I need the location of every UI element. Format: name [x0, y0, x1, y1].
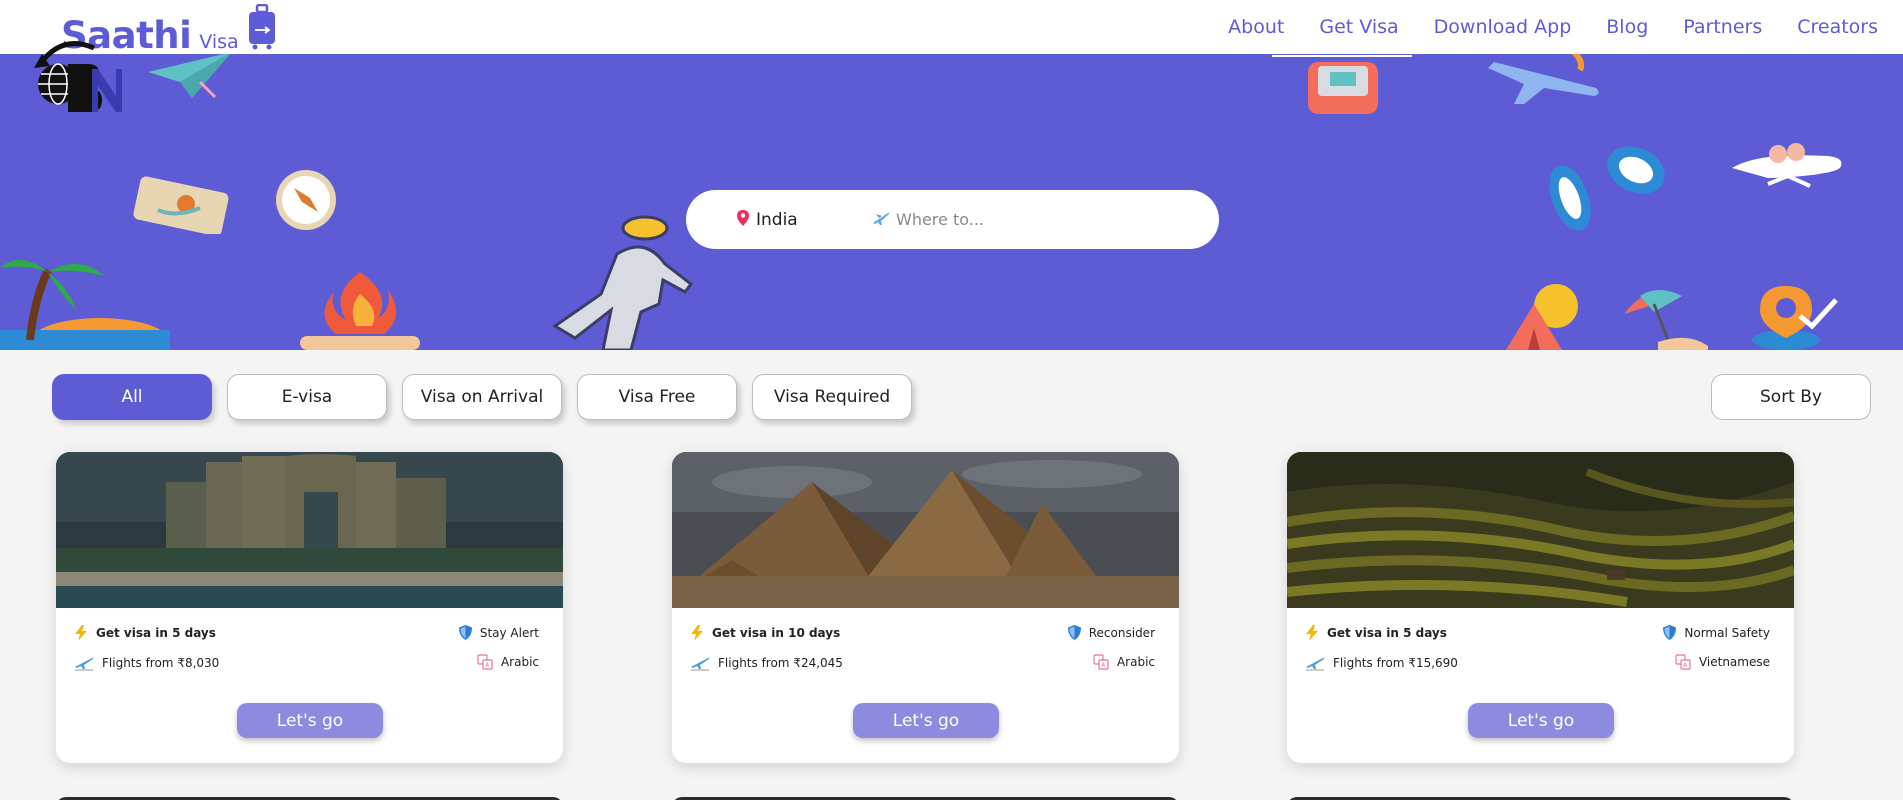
visa-time-text: Get visa in 5 days [1327, 626, 1447, 640]
visa-time: Get visa in 5 days [74, 625, 216, 641]
flights-price-text: Flights from ₹8,030 [102, 656, 220, 670]
plane-icon [872, 210, 890, 230]
tent-icon [1506, 284, 1578, 350]
visa-time-text: Get visa in 10 days [712, 626, 841, 640]
hero-banner: India [0, 54, 1903, 350]
flight-icon [74, 655, 94, 671]
palm-island-icon [0, 259, 170, 350]
flights-price-text: Flights from ₹24,045 [718, 656, 843, 670]
flights-price: Flights from ₹8,030 [74, 655, 219, 671]
nav-link-creators[interactable]: Creators [1797, 16, 1878, 38]
nav-link-partners[interactable]: Partners [1683, 16, 1762, 38]
language-icon: A [1093, 654, 1109, 670]
destination-card[interactable]: Get visa in 10 days Flights from ₹24,045… [672, 452, 1179, 763]
safety-text: Stay Alert [479, 625, 539, 640]
beach-umbrella-icon [1624, 290, 1708, 350]
nav-link-blog[interactable]: Blog [1606, 16, 1648, 38]
safety-level: Stay Alert [458, 625, 539, 640]
lets-go-button[interactable]: Let's go [1468, 703, 1614, 738]
filter-visa-on-arrival[interactable]: Visa on Arrival [402, 374, 562, 420]
destination-image [56, 452, 563, 608]
filter-visa-free[interactable]: Visa Free [577, 374, 737, 420]
map-scroll-icon [133, 176, 229, 234]
shield-icon [458, 625, 472, 640]
destination-field [872, 190, 1156, 249]
suitcase-icon [247, 3, 277, 54]
filter-visa-required[interactable]: Visa Required [752, 374, 912, 420]
brand-sub: Visa [199, 31, 239, 53]
lets-go-button[interactable]: Let's go [853, 703, 999, 738]
language-icon: A [1675, 654, 1691, 670]
destination-input[interactable] [896, 210, 1156, 229]
language: A Arabic [1093, 654, 1155, 670]
destination-image [1287, 452, 1794, 608]
paper-plane-icon [148, 54, 231, 99]
language-text: Arabic [500, 655, 539, 669]
filter-e-visa[interactable]: E-visa [227, 374, 387, 420]
pin-icon [736, 209, 750, 231]
language-icon: A [477, 654, 493, 670]
safety-text: Reconsider [1088, 625, 1155, 640]
sort-by-button[interactable]: Sort By [1711, 374, 1871, 420]
language-text: Arabic [1116, 655, 1155, 669]
language-text: Vietnamese [1698, 655, 1770, 669]
compass-icon [276, 170, 336, 230]
safety-level: Normal Safety [1663, 625, 1770, 640]
flight-icon [1305, 655, 1325, 671]
cable-car-icon [1272, 55, 1412, 114]
flights-price: Flights from ₹15,690 [1305, 655, 1458, 671]
flights-price-text: Flights from ₹15,690 [1333, 656, 1458, 670]
visa-time: Get visa in 10 days [690, 625, 840, 641]
search-bar: India [686, 190, 1219, 249]
filter-all[interactable]: All [52, 374, 212, 420]
nav-link-download-app[interactable]: Download App [1434, 16, 1572, 38]
destination-image [672, 452, 1179, 608]
shield-icon [1067, 625, 1081, 640]
bolt-icon [1305, 625, 1319, 641]
safety-level: Reconsider [1067, 625, 1155, 640]
bolt-icon [74, 625, 88, 641]
hiker-icon [552, 215, 694, 350]
destination-card[interactable]: Get visa in 5 days Flights from ₹8,030 S… [56, 452, 563, 763]
location-pin-icon [1752, 286, 1838, 350]
visa-filter-chips: All E-visa Visa on Arrival Visa Free Vis… [52, 374, 927, 420]
flights-price: Flights from ₹24,045 [690, 655, 843, 671]
destination-card[interactable]: Get visa in 5 days Flights from ₹15,690 … [1287, 452, 1794, 763]
language: A Vietnamese [1675, 654, 1770, 670]
origin-text: India [756, 209, 798, 230]
shield-icon [1663, 625, 1677, 640]
visa-time-text: Get visa in 5 days [96, 626, 216, 640]
cartoon-plane-icon [1732, 143, 1842, 188]
flip-flops-icon [1549, 146, 1665, 231]
campfire-icon [300, 272, 420, 350]
origin-selector[interactable]: India [736, 190, 798, 249]
language: A Arabic [477, 654, 539, 670]
nav-link-get-visa[interactable]: Get Visa [1319, 16, 1398, 38]
watermark-logo [32, 34, 128, 126]
top-navbar: Saathi Visa About Get Visa Download App … [0, 0, 1903, 57]
lets-go-button[interactable]: Let's go [237, 703, 383, 738]
airplane-icon [1488, 54, 1599, 104]
nav-link-about[interactable]: About [1228, 16, 1284, 38]
bolt-icon [690, 625, 704, 641]
flight-icon [690, 655, 710, 671]
safety-text: Normal Safety [1684, 625, 1770, 640]
nav-links: About Get Visa Download App Blog Partner… [1193, 0, 1878, 54]
visa-time: Get visa in 5 days [1305, 625, 1447, 641]
